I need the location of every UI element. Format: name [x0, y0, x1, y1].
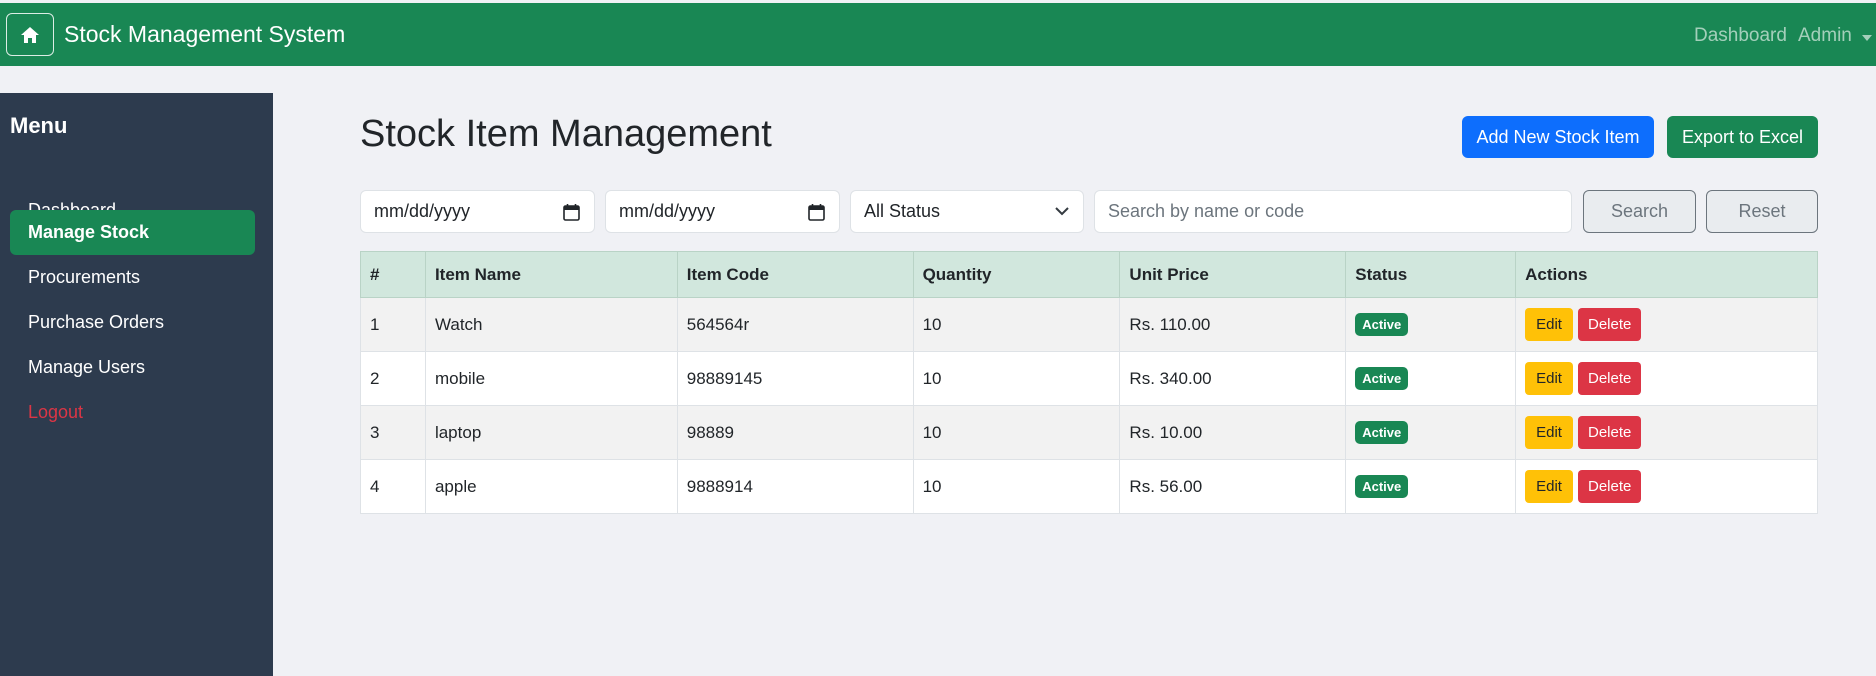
delete-button[interactable]: Delete	[1577, 416, 1642, 449]
col-header-number: #	[360, 251, 426, 298]
delete-button[interactable]: Delete	[1577, 308, 1642, 341]
cell-quantity: 10	[912, 297, 1121, 352]
date-from-input[interactable]: mm/dd/yyyy	[360, 190, 595, 233]
chevron-down-icon	[1055, 207, 1069, 216]
cell-item-code: 98889145	[676, 351, 914, 406]
page-title: Stock Item Management	[360, 113, 772, 155]
calendar-icon[interactable]	[563, 203, 580, 221]
sidebar-item-logout[interactable]: Logout	[10, 390, 255, 435]
cell-status: Active	[1345, 405, 1517, 460]
sidebar-item-purchase-orders[interactable]: Purchase Orders	[10, 300, 255, 345]
cell-number: 1	[360, 297, 426, 352]
cell-item-code: 9888914	[676, 459, 914, 514]
col-header-item-code: Item Code	[676, 251, 914, 298]
status-select-value: All Status	[864, 201, 941, 221]
search-button[interactable]: Search	[1583, 190, 1696, 233]
date-to-value: mm/dd/yyyy	[619, 201, 716, 221]
search-placeholder: Search by name or code	[1108, 201, 1305, 221]
cell-actions: Edit Delete	[1515, 297, 1818, 352]
edit-button[interactable]: Edit	[1525, 362, 1573, 395]
stock-table: # Item Name Item Code Quantity Unit Pric…	[360, 251, 1818, 514]
reset-button[interactable]: Reset	[1706, 190, 1818, 233]
cell-item-name: Watch	[424, 297, 678, 352]
nav-link-dashboard[interactable]: Dashboard	[1694, 25, 1787, 47]
sidebar-item-label: Procurements	[28, 267, 141, 287]
search-input[interactable]: Search by name or code	[1094, 190, 1572, 233]
sidebar-item-label: Manage Users	[28, 357, 146, 377]
home-button[interactable]	[6, 13, 54, 56]
table-row: 3 laptop 98889 10 Rs. 10.00 Active Edit …	[360, 405, 1818, 460]
top-navbar: Stock Management System Dashboard Admin	[0, 3, 1876, 66]
cell-quantity: 10	[912, 459, 1121, 514]
cell-quantity: 10	[912, 351, 1121, 406]
cell-item-name: laptop	[424, 405, 678, 460]
status-badge: Active	[1355, 421, 1409, 444]
nav-link-admin[interactable]: Admin	[1798, 25, 1852, 47]
status-select[interactable]: All Status	[850, 190, 1084, 233]
date-from-value: mm/dd/yyyy	[374, 201, 471, 221]
col-header-item-name: Item Name	[424, 251, 678, 298]
sidebar-item-manage-stock[interactable]: Manage Stock	[10, 210, 255, 255]
home-icon	[21, 26, 39, 43]
export-excel-button[interactable]: Export to Excel	[1667, 116, 1818, 158]
cell-item-name: apple	[424, 459, 678, 514]
calendar-icon[interactable]	[808, 203, 825, 221]
col-header-actions: Actions	[1515, 251, 1818, 298]
col-header-unit-price: Unit Price	[1119, 251, 1347, 298]
cell-actions: Edit Delete	[1515, 351, 1818, 406]
brand-title[interactable]: Stock Management System	[64, 21, 345, 48]
cell-item-code: 98889	[676, 405, 914, 460]
sidebar: Menu Dashboard Manage Stock Procurements…	[0, 93, 273, 676]
cell-actions: Edit Delete	[1515, 405, 1818, 460]
edit-button[interactable]: Edit	[1525, 308, 1573, 341]
cell-number: 2	[360, 351, 426, 406]
edit-button[interactable]: Edit	[1525, 416, 1573, 449]
delete-button[interactable]: Delete	[1577, 362, 1642, 395]
edit-button[interactable]: Edit	[1525, 470, 1573, 503]
cell-quantity: 10	[912, 405, 1121, 460]
cell-item-name: mobile	[424, 351, 678, 406]
chevron-down-icon[interactable]	[1862, 35, 1872, 41]
table-row: 1 Watch 564564r 10 Rs. 110.00 Active Edi…	[360, 297, 1818, 352]
cell-unit-price: Rs. 110.00	[1119, 297, 1347, 352]
table-row: 2 mobile 98889145 10 Rs. 340.00 Active E…	[360, 351, 1818, 406]
cell-actions: Edit Delete	[1515, 459, 1818, 514]
add-stock-item-button[interactable]: Add New Stock Item	[1462, 116, 1654, 158]
cell-status: Active	[1345, 351, 1517, 406]
sidebar-item-label: Logout	[28, 402, 84, 422]
cell-unit-price: Rs. 56.00	[1119, 459, 1347, 514]
sidebar-item-label: Manage Stock	[28, 222, 150, 242]
status-badge: Active	[1355, 313, 1409, 336]
cell-status: Active	[1345, 297, 1517, 352]
cell-number: 4	[360, 459, 426, 514]
sidebar-item-procurements[interactable]: Procurements	[10, 255, 255, 300]
status-badge: Active	[1355, 475, 1409, 498]
cell-number: 3	[360, 405, 426, 460]
cell-item-code: 564564r	[676, 297, 914, 352]
status-badge: Active	[1355, 367, 1409, 390]
table-row: 4 apple 9888914 10 Rs. 56.00 Active Edit…	[360, 459, 1818, 514]
sidebar-item-label: Purchase Orders	[28, 312, 165, 332]
sidebar-title: Menu	[10, 113, 68, 138]
cell-unit-price: Rs. 340.00	[1119, 351, 1347, 406]
date-to-input[interactable]: mm/dd/yyyy	[605, 190, 840, 233]
cell-status: Active	[1345, 459, 1517, 514]
delete-button[interactable]: Delete	[1577, 470, 1642, 503]
table-header-row: # Item Name Item Code Quantity Unit Pric…	[360, 251, 1818, 298]
cell-unit-price: Rs. 10.00	[1119, 405, 1347, 460]
col-header-quantity: Quantity	[912, 251, 1121, 298]
sidebar-item-manage-users[interactable]: Manage Users	[10, 345, 255, 390]
col-header-status: Status	[1345, 251, 1517, 298]
